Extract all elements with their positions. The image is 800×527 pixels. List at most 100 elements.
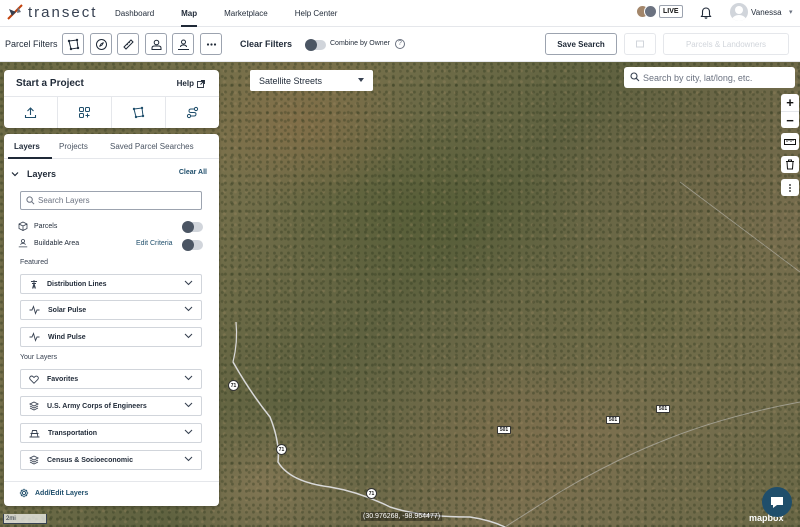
layer-row-buildable-area: Buildable Area bbox=[18, 236, 79, 250]
cursor-coordinates: (30.976268, -98.964477) bbox=[361, 512, 443, 521]
more-horizontal-icon bbox=[206, 42, 216, 46]
layers-stack-icon bbox=[29, 455, 39, 465]
polygon-icon bbox=[132, 106, 145, 119]
zoom-control: + − bbox=[781, 94, 799, 128]
route-project-button[interactable] bbox=[166, 97, 219, 128]
draw-project-area-button[interactable] bbox=[112, 97, 166, 128]
project-help-link[interactable]: Help bbox=[177, 79, 205, 88]
chat-support-button[interactable] bbox=[762, 487, 792, 517]
compass-button[interactable] bbox=[90, 33, 112, 55]
map-search-input[interactable]: Search by city, lat/long, etc. bbox=[624, 67, 795, 88]
brand-logo[interactable]: transect bbox=[6, 3, 97, 21]
layer-group-favorites[interactable]: Favorites bbox=[20, 369, 202, 389]
save-search-button[interactable]: Save Search bbox=[545, 33, 617, 55]
search-icon bbox=[630, 72, 640, 82]
ruler-icon bbox=[784, 138, 796, 145]
user-area-icon bbox=[177, 39, 189, 50]
nav-map[interactable]: Map bbox=[181, 0, 198, 27]
help-icon[interactable]: ? bbox=[395, 39, 405, 49]
chevron-down-icon bbox=[184, 456, 193, 462]
highway-shield: 501 bbox=[656, 405, 670, 413]
compass-icon bbox=[95, 38, 107, 50]
highway-shield: 501 bbox=[497, 426, 511, 434]
buildable-area-toggle[interactable] bbox=[182, 239, 203, 251]
live-collaborators[interactable]: LIVE bbox=[636, 5, 683, 18]
measure-button[interactable] bbox=[781, 133, 799, 150]
zoom-out-button[interactable]: − bbox=[781, 111, 799, 128]
edit-criteria-link[interactable]: Edit Criteria bbox=[136, 240, 173, 247]
add-parcels-button[interactable] bbox=[58, 97, 112, 128]
layers-stack-icon bbox=[29, 401, 39, 411]
external-link-icon bbox=[197, 79, 205, 88]
chevron-down-icon bbox=[184, 402, 193, 408]
layer-group-label: Transportation bbox=[48, 429, 98, 437]
clear-all-button[interactable]: Clear All bbox=[179, 169, 207, 176]
layer-row-parcels: Parcels bbox=[18, 219, 57, 233]
more-filters-button[interactable] bbox=[200, 33, 222, 55]
combine-by-owner-toggle[interactable] bbox=[305, 39, 326, 51]
user-name[interactable]: Vanessa bbox=[751, 8, 782, 17]
divider bbox=[4, 481, 219, 482]
owner-filter-button[interactable] bbox=[145, 33, 167, 55]
parcels-toggle[interactable] bbox=[182, 221, 203, 233]
road-icon bbox=[29, 429, 40, 437]
grid-add-icon bbox=[79, 107, 90, 118]
tab-layers[interactable]: Layers bbox=[14, 142, 40, 151]
layer-group-label: Census & Socioeconomic bbox=[47, 456, 133, 464]
user-avatar[interactable] bbox=[730, 3, 748, 21]
nav-marketplace[interactable]: Marketplace bbox=[224, 0, 268, 27]
layer-group-label: Distribution Lines bbox=[47, 280, 107, 288]
layer-label: Buildable Area bbox=[34, 239, 80, 247]
export-button[interactable] bbox=[624, 33, 656, 55]
route-icon bbox=[186, 106, 199, 119]
zoom-in-button[interactable]: + bbox=[781, 94, 799, 111]
gear-icon bbox=[19, 488, 29, 498]
project-panel-title: Start a Project bbox=[16, 78, 84, 89]
chat-icon bbox=[771, 497, 783, 508]
collaborator-avatar bbox=[644, 5, 657, 18]
chevron-down-icon bbox=[184, 333, 193, 339]
layers-panel: Layers Projects Saved Parcel Searches La… bbox=[4, 134, 219, 506]
your-layers-label: Your Layers bbox=[20, 354, 58, 361]
bell-icon[interactable] bbox=[699, 6, 713, 20]
delete-drawing-button[interactable] bbox=[781, 156, 799, 173]
ruler-icon bbox=[122, 38, 134, 50]
more-map-options-button[interactable] bbox=[781, 179, 799, 196]
layer-group-distribution-lines[interactable]: Distribution Lines bbox=[20, 274, 202, 294]
landowner-area-button[interactable] bbox=[172, 33, 194, 55]
trash-icon bbox=[786, 159, 794, 170]
draw-polygon-button[interactable] bbox=[62, 33, 84, 55]
ruler-filter-button[interactable] bbox=[117, 33, 139, 55]
parcels-landowners-button[interactable]: Parcels & Landowners bbox=[663, 33, 789, 55]
pulse-icon bbox=[29, 305, 40, 315]
upload-project-button[interactable] bbox=[4, 97, 58, 128]
chevron-down-icon bbox=[11, 172, 19, 177]
power-tower-icon bbox=[31, 280, 37, 289]
more-vertical-icon bbox=[789, 183, 791, 192]
map-style-select[interactable]: Satellite Streets bbox=[250, 70, 373, 91]
layer-label: Parcels bbox=[34, 222, 58, 230]
highway-shield: 71 bbox=[228, 380, 239, 391]
layer-search-input[interactable]: Search Layers bbox=[20, 191, 202, 210]
tab-projects[interactable]: Projects bbox=[59, 142, 88, 151]
layer-group-transportation[interactable]: Transportation bbox=[20, 423, 202, 443]
featured-label: Featured bbox=[20, 259, 49, 266]
clear-filters-button[interactable]: Clear Filters bbox=[240, 39, 292, 49]
tab-saved-parcel-searches[interactable]: Saved Parcel Searches bbox=[110, 142, 194, 151]
map-style-value: Satellite Streets bbox=[259, 75, 323, 86]
combine-by-owner-label: Combine by Owner bbox=[330, 40, 390, 47]
layer-group-army-corps[interactable]: U.S. Army Corps of Engineers bbox=[20, 396, 202, 416]
nav-help-center[interactable]: Help Center bbox=[295, 0, 338, 27]
add-edit-layers-label: Add/Edit Layers bbox=[35, 489, 89, 497]
upload-icon bbox=[24, 107, 37, 119]
top-nav: transect Dashboard Map Marketplace Help … bbox=[0, 0, 800, 27]
layer-group-label: Favorites bbox=[47, 375, 79, 383]
layers-section-header[interactable]: Layers bbox=[11, 169, 56, 179]
add-edit-layers-button[interactable]: Add/Edit Layers bbox=[19, 488, 88, 498]
layer-group-wind-pulse[interactable]: Wind Pulse bbox=[20, 327, 202, 347]
layer-group-solar-pulse[interactable]: Solar Pulse bbox=[20, 300, 202, 320]
chevron-down-icon bbox=[184, 429, 193, 435]
layer-group-census[interactable]: Census & Socioeconomic bbox=[20, 450, 202, 470]
chevron-down-icon[interactable]: ▾ bbox=[789, 8, 793, 16]
nav-dashboard[interactable]: Dashboard bbox=[115, 0, 154, 27]
